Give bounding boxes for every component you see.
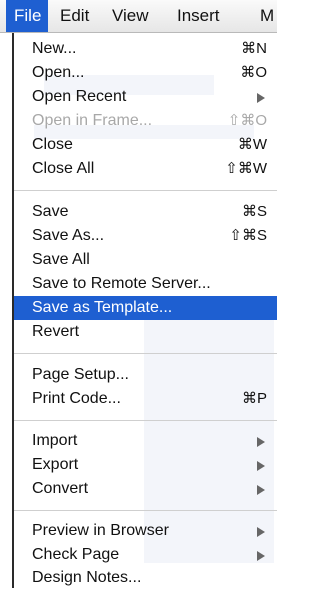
menu-item-check-page[interactable]: Check Page (14, 543, 277, 567)
menu-separator (14, 190, 277, 191)
menu-item-label: New... (32, 40, 77, 57)
menu-item-label: Save All (32, 251, 90, 268)
menu-item-label: Save to Remote Server... (32, 275, 211, 292)
submenu-arrow-icon (257, 527, 265, 537)
menu-item-label: Open... (32, 64, 85, 81)
menu-item-label: Preview in Browser (32, 522, 169, 539)
menu-item-print-code[interactable]: Print Code... ⌘P (14, 387, 277, 411)
shortcut-label: ⌘O (240, 64, 267, 81)
menu-item-label: Save as Template... (32, 299, 173, 316)
menu-item-label: Export (32, 456, 79, 473)
menu-item-page-setup[interactable]: Page Setup... (14, 363, 277, 387)
menu-item-save-as-template[interactable]: Save as Template... (14, 296, 277, 320)
menu-separator (14, 420, 277, 421)
menu-separator (14, 510, 277, 511)
menu-file[interactable]: File (6, 0, 49, 32)
menu-insert[interactable]: Insert (177, 0, 220, 32)
menu-item-label: Close All (32, 160, 95, 177)
menu-item-save-as[interactable]: Save As... ⇧⌘S (14, 224, 277, 248)
submenu-arrow-icon (257, 485, 265, 495)
shortcut-label: ⇧⌘S (229, 227, 267, 244)
menu-item-import[interactable]: Import (14, 429, 277, 453)
shortcut-label: ⇧⌘W (225, 160, 267, 177)
menu-item-label: Convert (32, 480, 89, 497)
menu-item-label: Save (32, 203, 69, 220)
menu-item-label: Import (32, 432, 78, 449)
shortcut-label: ⌘W (237, 136, 267, 153)
submenu-arrow-icon (257, 551, 265, 561)
menu-item-label: Close (32, 136, 73, 153)
menu-item-convert[interactable]: Convert (14, 477, 277, 501)
menu-item-label: Design Notes... (32, 569, 142, 586)
menu-bar: File Edit View Insert M (0, 0, 277, 33)
menu-item-preview-in-browser[interactable]: Preview in Browser (14, 519, 277, 543)
submenu-arrow-icon (257, 93, 265, 103)
menu-item-label: Open Recent (32, 88, 127, 105)
shortcut-label: ⌘P (241, 390, 267, 407)
menu-item-save-to-remote-server[interactable]: Save to Remote Server... (14, 272, 277, 296)
shortcut-label: ⌘N (241, 40, 267, 57)
menu-item-design-notes[interactable]: Design Notes... (14, 566, 277, 590)
menu-item-revert[interactable]: Revert (14, 320, 277, 344)
menu-item-label: Save As... (32, 227, 105, 244)
menu-more[interactable]: M (260, 0, 274, 32)
shortcut-label: ⇧⌘O (227, 112, 267, 129)
menu-edit[interactable]: Edit (60, 0, 89, 32)
file-menu-dropdown: New... ⌘N Open... ⌘O Open Recent Open in… (12, 33, 277, 588)
menu-item-label: Print Code... (32, 390, 121, 407)
menu-item-save[interactable]: Save ⌘S (14, 200, 277, 224)
submenu-arrow-icon (257, 437, 265, 447)
menu-item-new[interactable]: New... ⌘N (14, 37, 277, 61)
menu-item-label: Open in Frame... (32, 112, 153, 129)
menu-item-open-recent[interactable]: Open Recent (14, 85, 277, 109)
screenshot-frame: File Edit View Insert M New... ⌘N Open..… (0, 0, 277, 588)
menu-item-save-all[interactable]: Save All (14, 248, 277, 272)
menu-item-label: Revert (32, 323, 80, 340)
menu-item-close[interactable]: Close ⌘W (14, 133, 277, 157)
menu-item-open-in-frame: Open in Frame... ⇧⌘O (14, 109, 277, 133)
menu-separator (14, 353, 277, 354)
menu-item-export[interactable]: Export (14, 453, 277, 477)
shortcut-label: ⌘S (241, 203, 267, 220)
menu-item-close-all[interactable]: Close All ⇧⌘W (14, 157, 277, 181)
menu-item-label: Page Setup... (32, 366, 129, 383)
menu-view[interactable]: View (112, 0, 149, 32)
menu-item-open[interactable]: Open... ⌘O (14, 61, 277, 85)
submenu-arrow-icon (257, 461, 265, 471)
menu-item-label: Check Page (32, 546, 120, 563)
